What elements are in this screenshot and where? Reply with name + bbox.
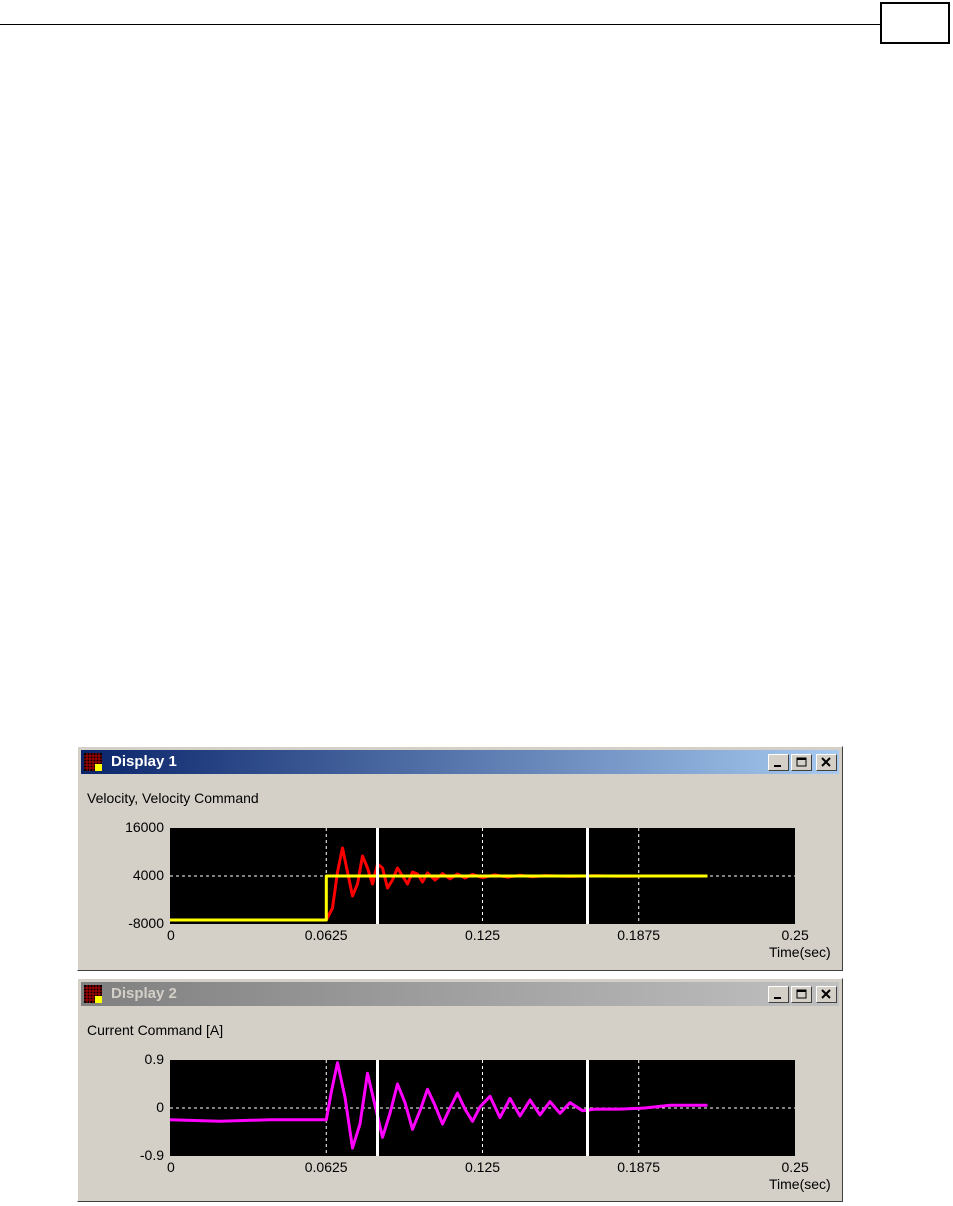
x-tick-label: 0.25 [781, 1159, 809, 1175]
y-tick-label: -8000 [128, 915, 164, 931]
x-tick-label: 0.1875 [617, 927, 661, 943]
y-tick-label: 4000 [132, 867, 164, 883]
y-tick-label: 0 [156, 1099, 164, 1115]
velocity-chart[interactable] [78, 747, 842, 970]
display-1-window[interactable]: Display 1 Velocity, Velocity Command 160… [77, 746, 843, 971]
x-tick-label: 0.0625 [304, 927, 348, 943]
x-tick-label: 0.0625 [304, 1159, 348, 1175]
y-tick-label: 16000 [125, 819, 164, 835]
x-tick-label: 0 [167, 927, 175, 943]
x-tick-label: 0.1875 [617, 1159, 661, 1175]
x-axis-label: Time(sec) [769, 944, 831, 960]
x-tick-label: 0.25 [781, 927, 809, 943]
x-tick-label: 0.125 [465, 927, 501, 943]
page-number-box [880, 2, 950, 44]
x-tick-label: 0.125 [465, 1159, 501, 1175]
x-axis-label: Time(sec) [769, 1176, 831, 1192]
x-tick-label: 0 [167, 1159, 175, 1175]
y-tick-label: 0.9 [144, 1051, 164, 1067]
y-tick-label: -0.9 [139, 1147, 164, 1163]
display-2-window[interactable]: Display 2 Current Command [A] 0.9 0 -0.9 0 0… [77, 978, 843, 1202]
page-header-rule [0, 24, 880, 25]
current-command-chart[interactable] [78, 979, 842, 1201]
